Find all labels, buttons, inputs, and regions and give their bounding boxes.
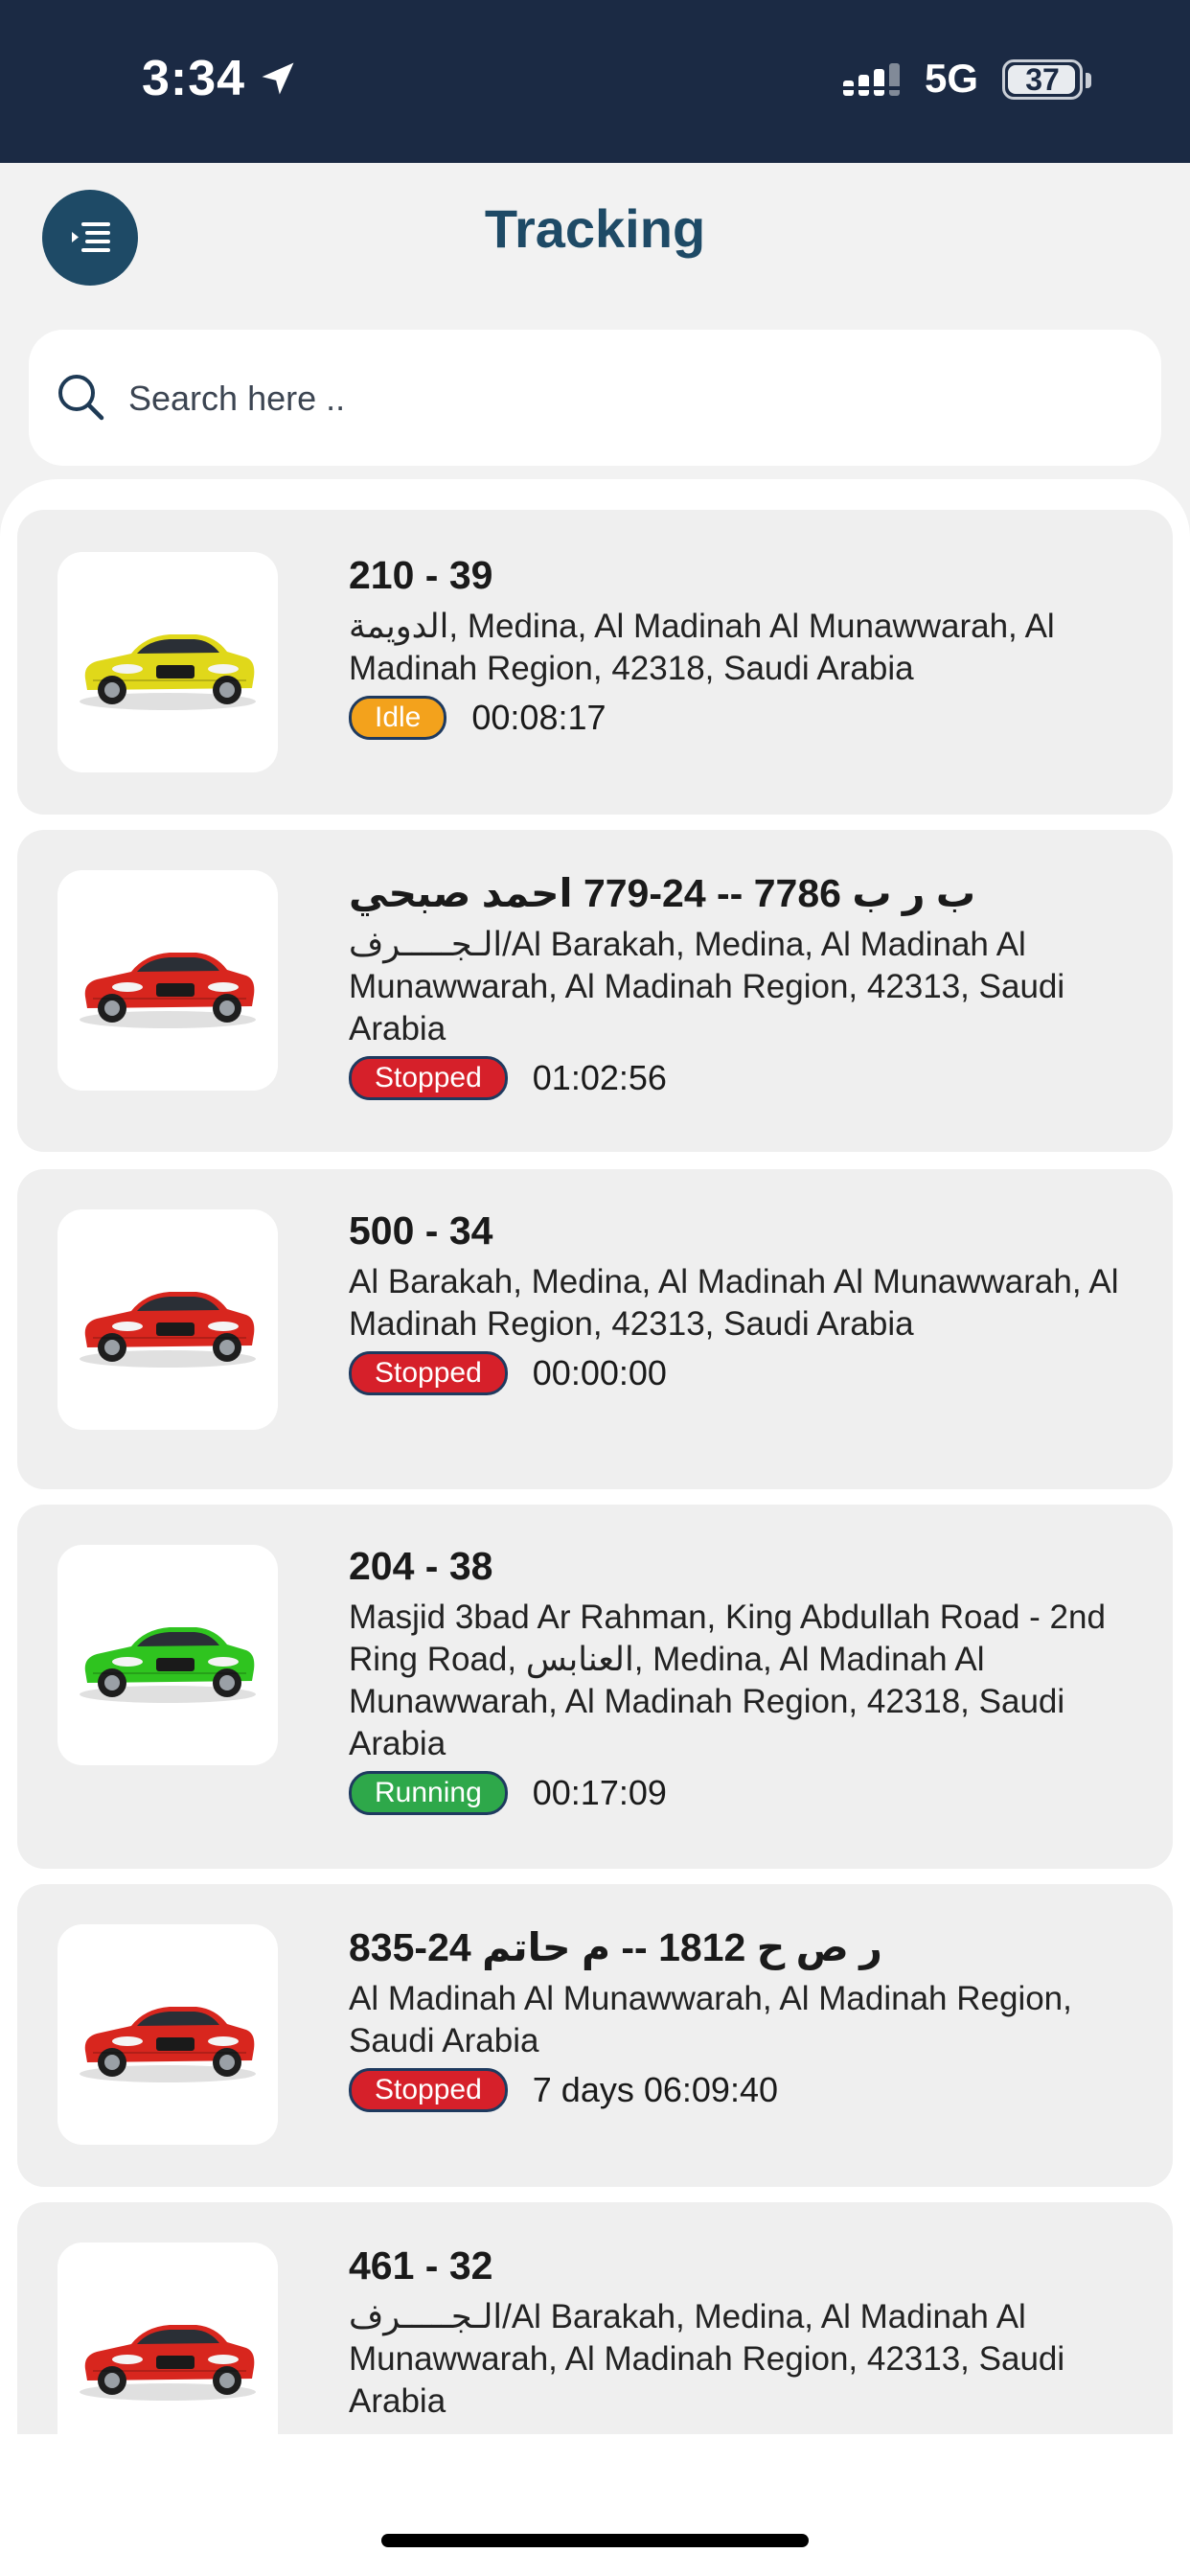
car-icon [80,1292,256,1368]
battery-icon: 37 [1002,59,1083,100]
vehicle-card[interactable]: ب ر ب 7786 -- 24-779 احمد صبحي الـجـــــ… [17,830,1173,1152]
car-thumbnail [57,552,278,772]
vehicle-name: 461 - 32 [349,2243,493,2288]
status-badge: Running [349,1771,508,1815]
vehicle-address: الـجـــــرف/Al Barakah, Medina, Al Madin… [349,926,1065,1047]
vehicle-address: الدويمة, Medina, Al Madinah Al Munawwara… [349,608,1055,687]
battery-level: 37 [1025,62,1060,97]
car-thumbnail [57,2242,278,2434]
signal-icon [843,63,900,96]
home-indicator[interactable] [381,2534,809,2547]
car-icon [80,953,256,1028]
status-badge: Stopped [349,1351,508,1395]
status-duration: 00:00:00 [532,1353,667,1392]
car-icon [80,634,256,710]
car-thumbnail [57,870,278,1091]
car-thumbnail [57,1545,278,1765]
vehicle-card[interactable]: 500 - 34 Al Barakah, Medina, Al Madinah … [17,1169,1173,1489]
vehicle-address: Masjid 3bad Ar Rahman, King Abdullah Roa… [349,1598,1106,1762]
vehicle-name: 210 - 39 [349,553,493,597]
search-bar[interactable] [29,330,1161,466]
status-duration: 7 days 06:09:40 [532,2070,778,2109]
car-icon [80,1627,256,1703]
vehicle-card[interactable]: 210 - 39 الدويمة, Medina, Al Madinah Al … [17,510,1173,815]
status-badge: Stopped [349,2068,508,2112]
page-title: Tracking [484,198,706,259]
battery-tip [1086,73,1091,88]
vehicle-name: 500 - 34 [349,1208,493,1253]
status-duration: 00:08:17 [471,698,606,737]
car-icon [80,2325,256,2401]
vehicle-address: Al Madinah Al Munawwarah, Al Madinah Reg… [349,1980,1072,2059]
status-time: 3:34 [142,51,246,106]
vehicle-name: 204 - 38 [349,1544,493,1588]
vehicle-card[interactable]: ر ص ح 1812 -- م حاتم 24-835 Al Madinah A… [17,1884,1173,2187]
location-arrow-icon [262,62,294,95]
bottom-safe-area [0,2434,1190,2576]
search-icon [58,375,104,421]
car-thumbnail [57,1924,278,2145]
car-thumbnail [57,1209,278,1430]
vehicle-name: ر ص ح 1812 -- م حاتم 24-835 [349,1925,882,1969]
status-bar: 3:34 5G 37 [0,0,1190,163]
search-input[interactable] [126,364,1127,433]
vehicle-card[interactable]: 204 - 38 Masjid 3bad Ar Rahman, King Abd… [17,1505,1173,1869]
network-label: 5G [925,56,979,101]
status-duration: 01:02:56 [532,1058,667,1097]
vehicle-address: الـجـــــرف/Al Barakah, Medina, Al Madin… [349,2298,1065,2420]
vehicle-address: Al Barakah, Medina, Al Madinah Al Munaww… [349,1263,1119,1343]
vehicle-card[interactable]: 461 - 32 الـجـــــرف/Al Barakah, Medina,… [17,2202,1173,2434]
car-icon [80,2007,256,2082]
status-badge: Stopped [349,1056,508,1100]
vehicle-name: ب ر ب 7786 -- 24-779 احمد صبحي [349,871,976,915]
status-badge: Idle [349,696,447,740]
status-duration: 00:17:09 [532,1773,667,1812]
